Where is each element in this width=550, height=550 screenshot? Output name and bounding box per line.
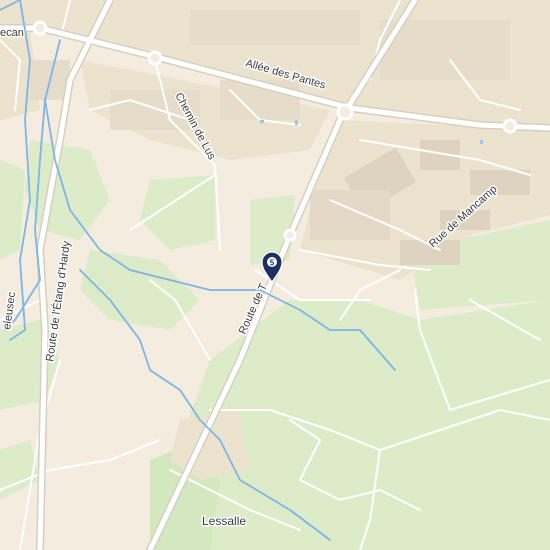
map-canvas[interactable]: Allée des Pantes Chemin de Lus Route de … xyxy=(0,0,550,550)
label-place-lessalle: Lessalle xyxy=(202,514,246,528)
label-ecan: ecan xyxy=(0,27,24,39)
marker-glyph: 5 xyxy=(270,259,275,268)
map-layers: Allée des Pantes Chemin de Lus Route de … xyxy=(0,0,550,550)
